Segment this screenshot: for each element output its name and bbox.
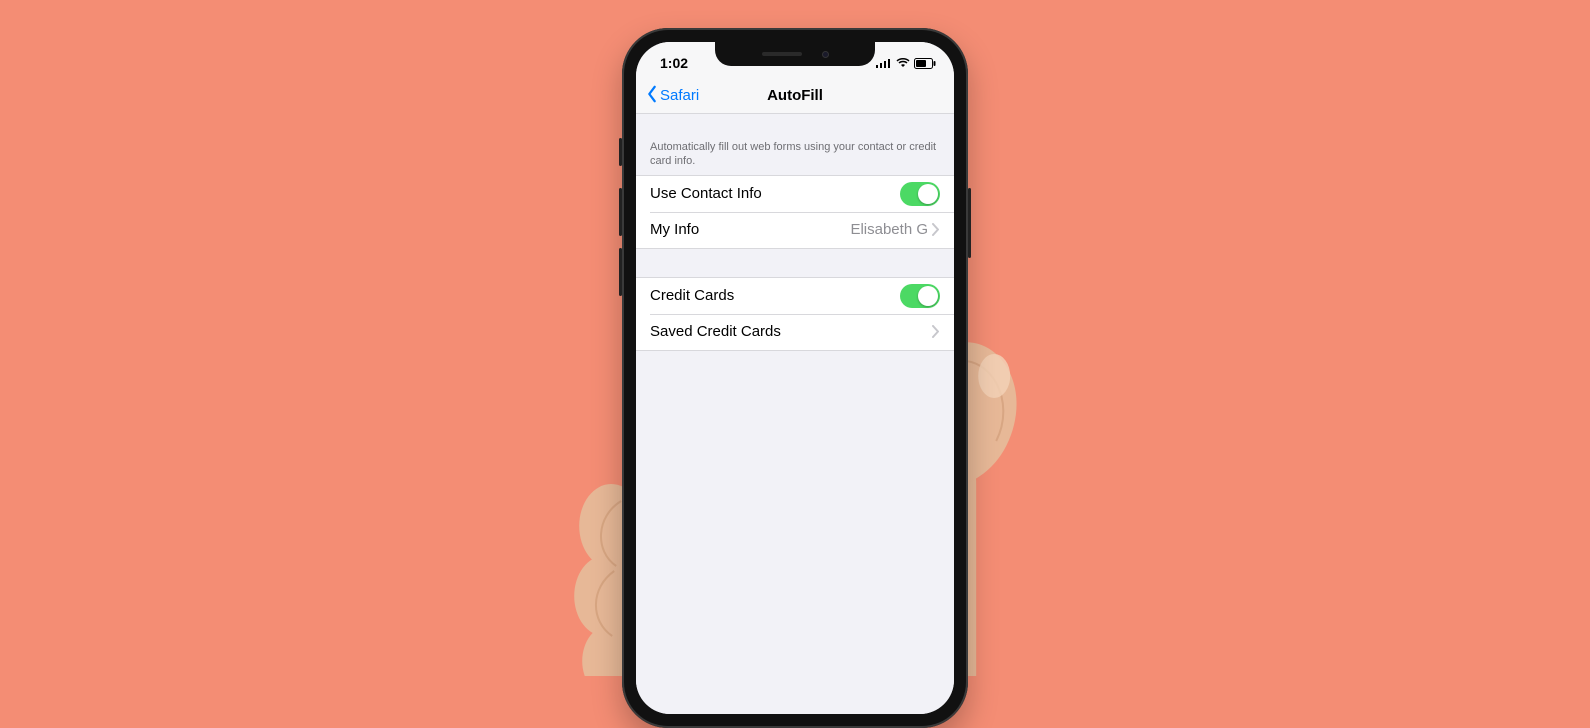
back-button[interactable]: Safari	[646, 85, 699, 107]
chevron-right-icon	[932, 223, 940, 236]
saved-credit-cards-label: Saved Credit Cards	[650, 323, 932, 340]
contact-info-group: Use Contact Info My Info Elisabeth G	[636, 175, 954, 249]
credit-cards-toggle[interactable]	[900, 284, 940, 308]
my-info-value: Elisabeth G	[850, 221, 928, 238]
chevron-left-icon	[646, 85, 658, 107]
status-time: 1:02	[660, 55, 688, 71]
my-info-label: My Info	[650, 221, 850, 238]
back-label: Safari	[660, 87, 699, 104]
notch	[715, 42, 875, 66]
use-contact-info-toggle[interactable]	[900, 182, 940, 206]
chevron-right-icon	[932, 325, 940, 338]
use-contact-info-row: Use Contact Info	[636, 176, 954, 212]
credit-cards-row: Credit Cards	[636, 278, 954, 314]
credit-cards-label: Credit Cards	[650, 287, 900, 304]
wifi-icon	[896, 58, 910, 68]
phone-frame: 1:02	[622, 28, 968, 728]
saved-credit-cards-row[interactable]: Saved Credit Cards	[636, 314, 954, 350]
use-contact-info-label: Use Contact Info	[650, 185, 900, 202]
content-area: Automatically fill out web forms using y…	[636, 114, 954, 714]
screen: 1:02	[636, 42, 954, 714]
nav-bar: Safari AutoFill	[636, 78, 954, 114]
battery-icon	[914, 58, 936, 69]
cellular-signal-icon	[876, 58, 892, 68]
section-description: Automatically fill out web forms using y…	[636, 114, 954, 175]
credit-cards-group: Credit Cards Saved Credit Cards	[636, 277, 954, 351]
my-info-row[interactable]: My Info Elisabeth G	[636, 212, 954, 248]
